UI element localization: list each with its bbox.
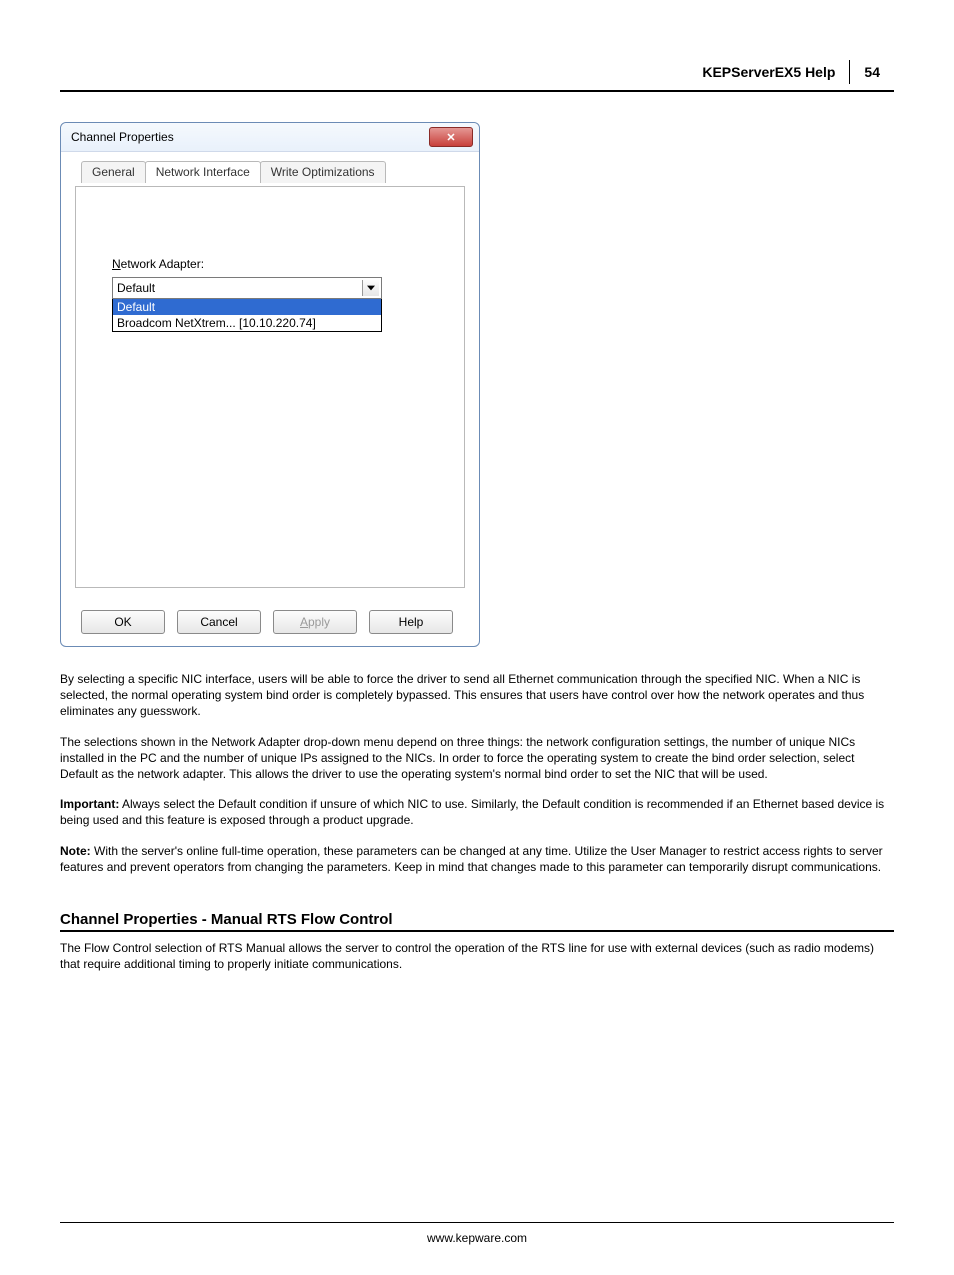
page-footer: www.kepware.com (60, 1222, 894, 1245)
header-rule (60, 90, 894, 92)
tab-network-interface[interactable]: Network Interface (145, 161, 261, 183)
close-icon: ✕ (446, 131, 455, 144)
page-number: 54 (850, 60, 894, 84)
dialog-titlebar: Channel Properties ✕ (61, 123, 479, 152)
channel-properties-dialog: Channel Properties ✕ General Network Int… (60, 122, 480, 647)
body-paragraph-1: By selecting a specific NIC interface, u… (60, 671, 894, 720)
section-heading: Channel Properties - Manual RTS Flow Con… (60, 911, 894, 928)
dialog-title: Channel Properties (71, 130, 174, 144)
ok-button[interactable]: OK (81, 610, 165, 634)
body-paragraph-2: The selections shown in the Network Adap… (60, 734, 894, 783)
dialog-button-row: OK Cancel Apply Help (61, 600, 479, 646)
doc-title: KEPServerEX5 Help (688, 60, 850, 84)
combo-dropdown-list: Default Broadcom NetXtrem... [10.10.220.… (112, 299, 382, 332)
combo-option-nic[interactable]: Broadcom NetXtrem... [10.10.220.74] (113, 315, 381, 331)
section-rule (60, 930, 894, 932)
combo-value: Default (117, 281, 155, 295)
section-paragraph: The Flow Control selection of RTS Manual… (60, 940, 894, 972)
help-button[interactable]: Help (369, 610, 453, 634)
combo-option-default[interactable]: Default (113, 299, 381, 315)
tab-strip: General Network Interface Write Optimiza… (81, 160, 465, 182)
close-button[interactable]: ✕ (429, 127, 473, 147)
page-header: KEPServerEX5 Help 54 (60, 60, 894, 84)
tab-panel: Network Adapter: Default Default Broadco… (75, 186, 465, 588)
cancel-button[interactable]: Cancel (177, 610, 261, 634)
tab-general[interactable]: General (81, 161, 146, 183)
apply-button[interactable]: Apply (273, 610, 357, 634)
network-adapter-combo[interactable]: Default Default Broadcom NetXtrem... [10… (112, 277, 382, 332)
body-paragraph-4: Note: With the server's online full-time… (60, 843, 894, 875)
chevron-down-icon (362, 280, 379, 296)
body-paragraph-3: Important: Always select the Default con… (60, 796, 894, 828)
tab-write-optimizations[interactable]: Write Optimizations (260, 161, 386, 183)
network-adapter-label: Network Adapter: (112, 257, 428, 271)
